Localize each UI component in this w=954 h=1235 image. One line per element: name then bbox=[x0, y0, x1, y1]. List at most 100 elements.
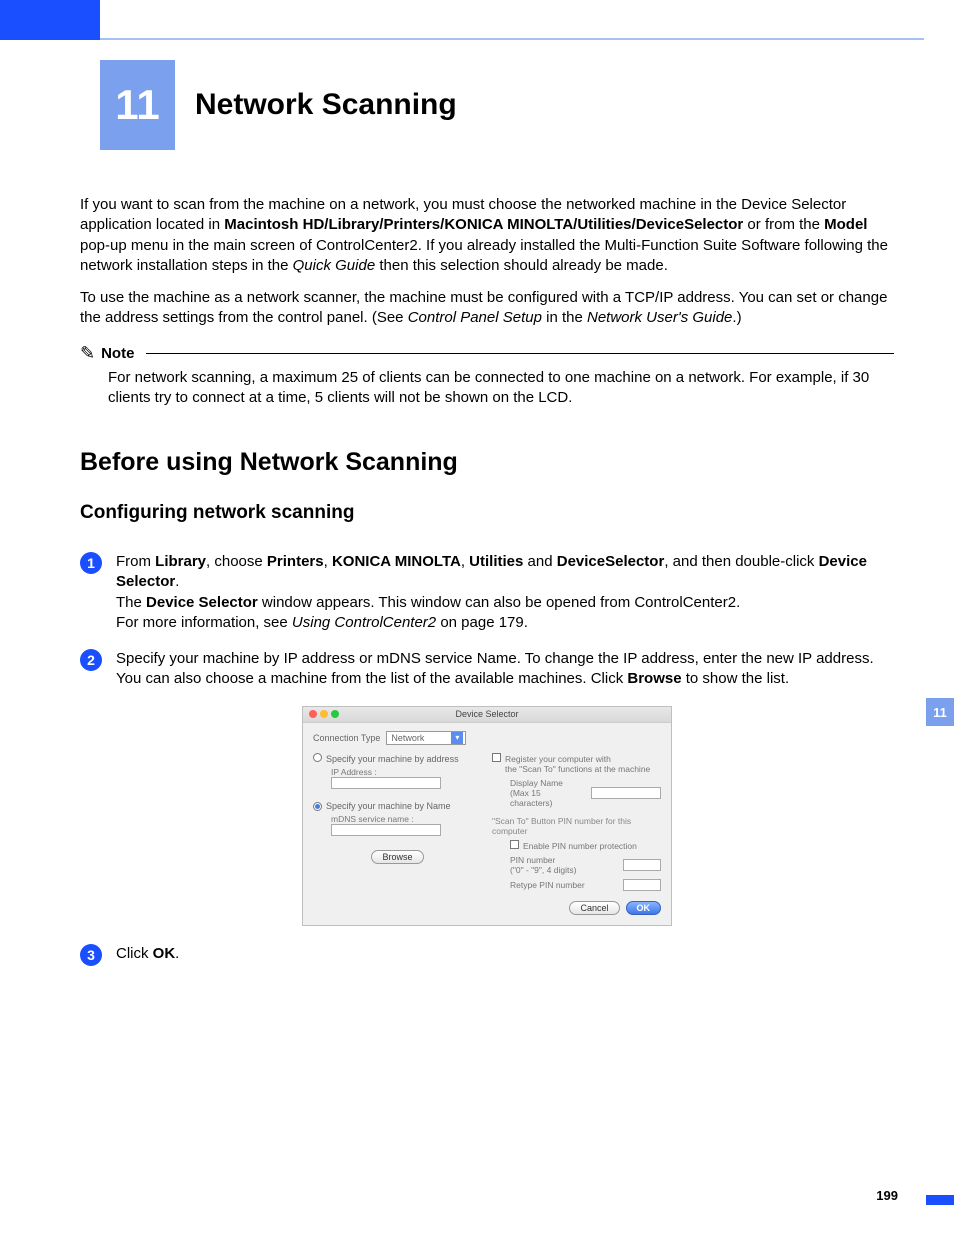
register-checkbox[interactable] bbox=[492, 753, 501, 762]
ip-address-field: IP Address : bbox=[313, 767, 482, 789]
intro-paragraph-1: If you want to scan from the machine on … bbox=[80, 195, 894, 276]
text: From bbox=[116, 553, 155, 570]
register-checkbox-row[interactable]: Register your computer with the "Scan To… bbox=[492, 753, 661, 774]
intro-paragraph-2: To use the machine as a network scanner,… bbox=[80, 288, 894, 329]
note-header: ✎ Note bbox=[80, 343, 894, 364]
chevron-down-icon: ▾ bbox=[451, 732, 463, 744]
dialog-columns: Specify your machine by address IP Addre… bbox=[313, 753, 661, 891]
cancel-button[interactable]: Cancel bbox=[569, 901, 619, 915]
step-2: 2 Specify your machine by IP address or … bbox=[80, 649, 894, 690]
dialog-screenshot: Device Selector Connection Type Network … bbox=[80, 706, 894, 926]
step-number-badge: 1 bbox=[80, 552, 102, 574]
retype-pin-input[interactable] bbox=[623, 879, 661, 891]
display-name-input[interactable] bbox=[591, 787, 661, 799]
enable-pin-row[interactable]: Enable PIN number protection bbox=[492, 840, 661, 851]
text: . bbox=[175, 945, 179, 962]
note-rule bbox=[146, 353, 894, 354]
bold: Library bbox=[155, 553, 206, 570]
chapter-number-badge: 11 bbox=[100, 60, 175, 150]
radio-by-address[interactable]: Specify your machine by address bbox=[313, 753, 482, 764]
text: The bbox=[116, 594, 146, 611]
text: then this selection should already be ma… bbox=[375, 257, 668, 274]
ok-button[interactable]: OK bbox=[626, 901, 662, 915]
connection-type-label: Connection Type bbox=[313, 733, 380, 743]
dialog-button-row: Cancel OK bbox=[313, 901, 661, 915]
text: , choose bbox=[206, 553, 267, 570]
connection-type-select[interactable]: Network ▾ bbox=[386, 731, 466, 745]
pin-row: PIN number ("0" - "9", 4 digits) bbox=[492, 855, 661, 875]
text: . bbox=[175, 573, 179, 590]
select-value: Network bbox=[391, 733, 424, 743]
pin-input[interactable] bbox=[623, 859, 661, 871]
text: .) bbox=[732, 309, 741, 326]
bold: Utilities bbox=[469, 553, 523, 570]
dialog-titlebar: Device Selector bbox=[303, 707, 671, 723]
retype-pin-row: Retype PIN number bbox=[492, 879, 661, 891]
device-selector-dialog: Device Selector Connection Type Network … bbox=[302, 706, 672, 926]
radio-by-name[interactable]: Specify your machine by Name bbox=[313, 801, 482, 811]
italic: Using ControlCenter2 bbox=[292, 614, 436, 631]
note-icon: ✎ bbox=[80, 343, 95, 364]
register-label-line2: the "Scan To" functions at the machine bbox=[505, 764, 650, 774]
text: on page 179. bbox=[436, 614, 528, 631]
control-panel-setup-italic: Control Panel Setup bbox=[408, 309, 542, 326]
ip-label: IP Address : bbox=[331, 767, 482, 777]
bold: KONICA MINOLTA bbox=[332, 553, 461, 570]
radio-label: Specify your machine by address bbox=[326, 754, 459, 764]
step-3: 3 Click OK. bbox=[80, 944, 894, 966]
note-label: Note bbox=[101, 345, 134, 362]
page-number: 199 bbox=[876, 1188, 898, 1203]
page-content: If you want to scan from the machine on … bbox=[80, 195, 894, 982]
mdns-field: mDNS service name : bbox=[313, 814, 482, 836]
model-bold: Model bbox=[824, 216, 867, 233]
text: and bbox=[523, 553, 556, 570]
bold: Browse bbox=[627, 670, 681, 687]
quick-guide-italic: Quick Guide bbox=[293, 257, 376, 274]
text: , and then double-click bbox=[664, 553, 818, 570]
text: to show the list. bbox=[682, 670, 790, 687]
header-rule bbox=[100, 38, 924, 40]
ip-address-input[interactable] bbox=[331, 777, 441, 789]
bold: Device Selector bbox=[146, 594, 258, 611]
mdns-input[interactable] bbox=[331, 824, 441, 836]
pin-hint: ("0" - "9", 4 digits) bbox=[510, 865, 576, 875]
text: For more information, see bbox=[116, 614, 292, 631]
header-accent-bar bbox=[0, 0, 100, 40]
radio-label: Specify your machine by Name bbox=[326, 801, 451, 811]
browse-button[interactable]: Browse bbox=[371, 850, 423, 864]
left-column: Specify your machine by address IP Addre… bbox=[313, 753, 482, 891]
subsection-heading-config: Configuring network scanning bbox=[80, 502, 894, 524]
step-body: Click OK. bbox=[116, 944, 894, 964]
step-number-badge: 2 bbox=[80, 649, 102, 671]
step-body: Specify your machine by IP address or mD… bbox=[116, 649, 894, 690]
bold: OK bbox=[153, 945, 176, 962]
chapter-side-tab: 11 bbox=[926, 698, 954, 726]
note-block: ✎ Note For network scanning, a maximum 2… bbox=[80, 343, 894, 409]
enable-pin-checkbox[interactable] bbox=[510, 840, 519, 849]
pin-label: PIN number bbox=[510, 855, 555, 865]
step-body: From Library, choose Printers, KONICA MI… bbox=[116, 552, 894, 633]
bold: Printers bbox=[267, 553, 324, 570]
note-body: For network scanning, a maximum 25 of cl… bbox=[108, 368, 894, 409]
connection-type-row: Connection Type Network ▾ bbox=[313, 731, 661, 745]
register-label-line1: Register your computer with bbox=[505, 754, 611, 764]
text: Click bbox=[116, 945, 153, 962]
text: window appears. This window can also be … bbox=[258, 594, 741, 611]
text: or from the bbox=[743, 216, 824, 233]
retype-pin-label: Retype PIN number bbox=[510, 880, 585, 890]
step-1: 1 From Library, choose Printers, KONICA … bbox=[80, 552, 894, 633]
chapter-title: Network Scanning bbox=[195, 88, 457, 122]
footer-accent-bar bbox=[926, 1195, 954, 1205]
path-bold: Macintosh HD/Library/Printers/KONICA MIN… bbox=[224, 216, 743, 233]
enable-pin-label: Enable PIN number protection bbox=[523, 841, 637, 851]
dialog-body: Connection Type Network ▾ Specify your m… bbox=[303, 723, 671, 925]
text: in the bbox=[542, 309, 587, 326]
mdns-label: mDNS service name : bbox=[331, 814, 482, 824]
text: , bbox=[324, 553, 332, 570]
chapter-header: 11 Network Scanning bbox=[100, 60, 457, 150]
network-users-guide-italic: Network User's Guide bbox=[587, 309, 732, 326]
display-name-row: Display Name (Max 15 characters) bbox=[492, 778, 661, 808]
text: , bbox=[461, 553, 469, 570]
display-name-label: Display Name bbox=[510, 778, 563, 788]
dialog-title: Device Selector bbox=[303, 709, 671, 719]
